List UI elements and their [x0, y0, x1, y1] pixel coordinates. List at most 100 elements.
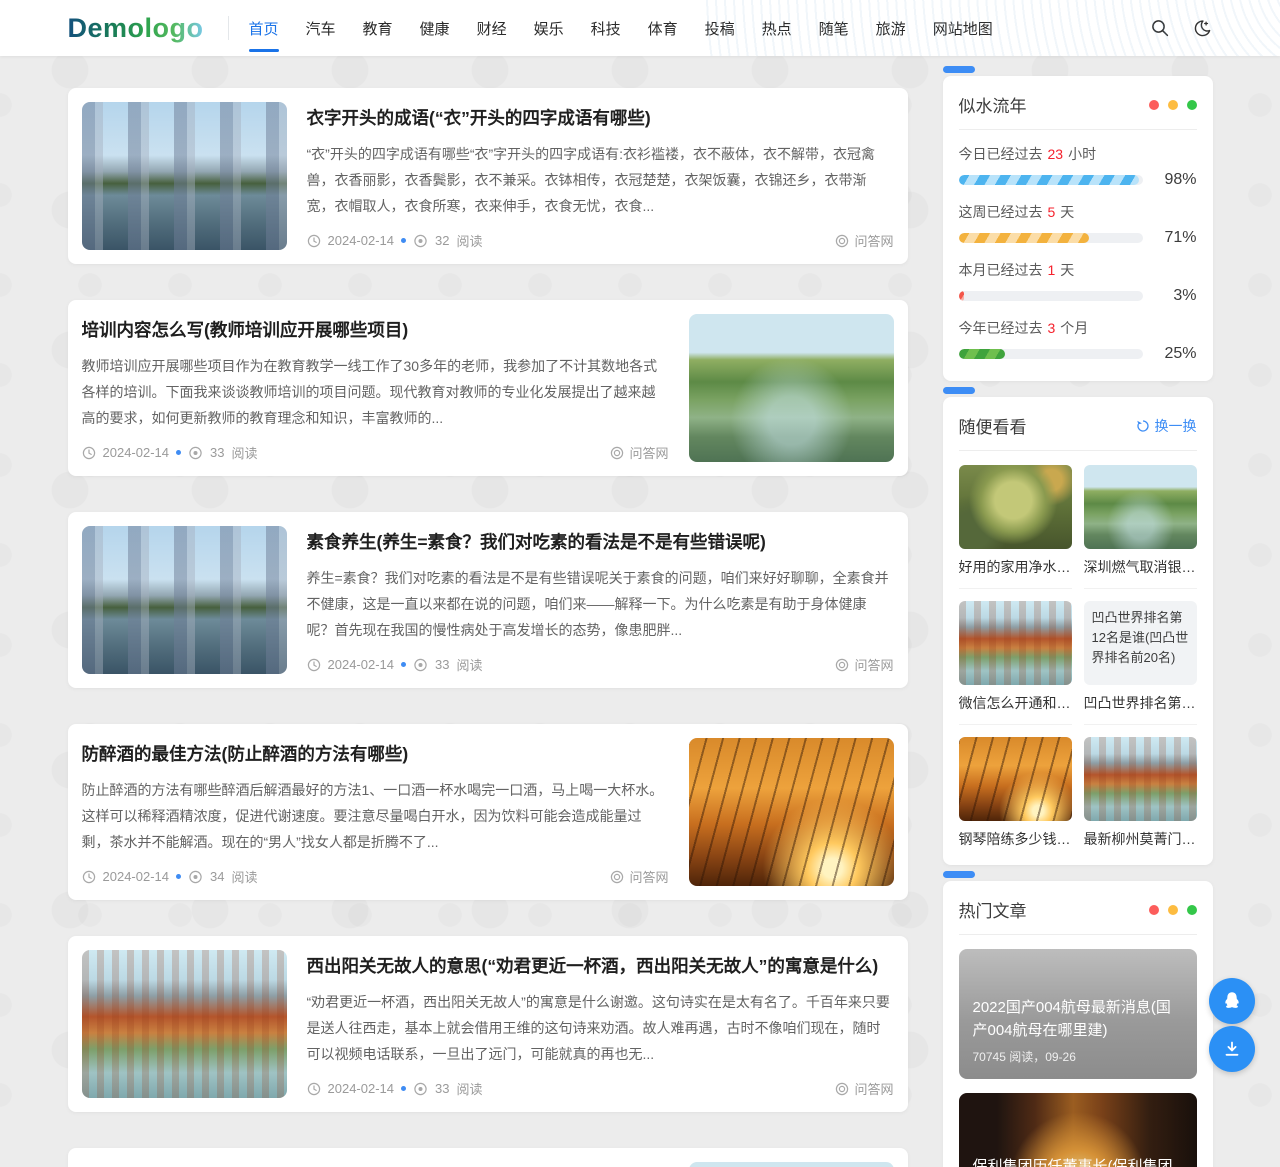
article-card: 衣字开头的成语(“衣”开头的四字成语有哪些) “衣”开头的四字成语有哪些“衣”字… — [67, 88, 908, 264]
progress-percent: 25% — [1164, 345, 1197, 362]
article-meta: 2024-02-14 33 阅读 问答网 — [82, 443, 669, 462]
qq-contact-button[interactable] — [1209, 978, 1255, 1024]
widget-title: 随便看看 — [958, 418, 1027, 437]
green-dot-icon — [1186, 99, 1197, 110]
nav-item-health[interactable]: 健康 — [420, 0, 450, 56]
article-thumbnail[interactable] — [81, 526, 287, 674]
browse-caption: 微信怎么开通和关... — [958, 695, 1072, 711]
article-thumbnail[interactable] — [81, 950, 287, 1098]
nav-item-home[interactable]: 首页 — [249, 0, 279, 56]
progress-fill-week — [958, 233, 1090, 243]
nav-item-finance[interactable]: 财经 — [477, 0, 507, 56]
article-source: 问答网 — [629, 446, 669, 461]
time-label: 今年已经过去 — [958, 320, 1043, 336]
source-badge-icon — [835, 658, 849, 672]
hot-article-item[interactable]: 保利集团历任董事长(保利集团是央企还是国企) — [959, 1093, 1197, 1167]
article-thumbnail[interactable] — [688, 314, 894, 462]
time-value: 3 — [1047, 320, 1056, 336]
source-badge-icon — [610, 446, 624, 460]
time-row-day: 今日已经过去 23 小时 98% — [958, 144, 1197, 189]
time-row-year: 今年已经过去 3 个月 25% — [958, 318, 1197, 363]
refresh-button[interactable]: 换一换 — [1136, 416, 1197, 436]
article-title[interactable]: 防醉酒的最佳方法(防止醉酒的方法有哪些) — [82, 742, 669, 767]
nav-item-entertainment[interactable]: 娱乐 — [534, 0, 564, 56]
browse-caption: 深圳燃气取消银行... — [1083, 559, 1197, 575]
browse-item[interactable]: 微信怎么开通和关... — [958, 601, 1072, 725]
time-value: 1 — [1047, 262, 1056, 278]
article-date: 2024-02-14 — [102, 869, 170, 884]
article-excerpt: 养生=素食？我们对吃素的看法是不是有些错误呢关于素食的问题，咱们来好好聊聊，全素… — [306, 570, 889, 639]
nav-item-sports[interactable]: 体育 — [648, 0, 678, 56]
browse-item[interactable]: 凹凸世界排名第12名是谁(凹凸世界排名前20名) 凹凸世界排名第12... — [1083, 601, 1197, 725]
nav-item-tech[interactable]: 科技 — [591, 0, 621, 56]
time-unit: 个月 — [1060, 320, 1089, 336]
article-views: 33 — [435, 657, 450, 672]
views-eye-icon — [413, 234, 428, 248]
article-views-label: 阅读 — [456, 1082, 483, 1097]
browse-thumbnail — [958, 601, 1072, 685]
article-views-label: 阅读 — [456, 234, 483, 249]
progress-track — [958, 349, 1143, 359]
progress-track — [958, 175, 1143, 185]
hot-article-item[interactable]: 2022国产004航母最新消息(国产004航母在哪里建) 70745 阅读，09… — [958, 949, 1197, 1079]
article-source: 问答网 — [854, 1082, 894, 1097]
browse-thumbnail — [958, 737, 1072, 821]
nav-item-essay[interactable]: 随笔 — [819, 0, 849, 56]
browse-thumbnail-text: 凹凸世界排名第12名是谁(凹凸世界排名前20名) — [1083, 601, 1197, 685]
search-icon[interactable] — [1149, 17, 1171, 39]
article-thumbnail[interactable] — [688, 1162, 894, 1167]
time-progress-widget: 似水流年 今日已经过去 23 小时 98% 这周已经过去 5 天 71% 本月已… — [942, 66, 1213, 381]
article-title[interactable]: 西出阳关无故人的意思(“劝君更近一杯酒，西出阳关无故人”的寓意是什么) — [307, 954, 894, 979]
random-browse-widget: 随便看看 换一换 好用的家用净水机... 深圳燃气取消银行... 微信怎么开通和… — [942, 387, 1213, 865]
nav-item-auto[interactable]: 汽车 — [306, 0, 336, 56]
time-value: 23 — [1047, 146, 1064, 162]
nav-item-hot[interactable]: 热点 — [762, 0, 792, 56]
nav-item-education[interactable]: 教育 — [363, 0, 393, 56]
site-logo[interactable]: Demologo — [68, 13, 204, 44]
qq-penguin-icon — [1220, 989, 1244, 1013]
article-source: 问答网 — [629, 870, 669, 885]
article-title[interactable]: 素食养生(养生=素食？我们对吃素的看法是不是有些错误呢) — [307, 530, 894, 555]
progress-percent: 3% — [1173, 287, 1197, 304]
hot-article-meta: 70745 阅读，09-26 — [972, 1050, 1076, 1064]
nav-item-sitemap[interactable]: 网站地图 — [933, 0, 993, 56]
article-title[interactable]: 培训内容怎么写(教师培训应开展哪些项目) — [82, 318, 669, 343]
widget-title: 热门文章 — [958, 902, 1027, 921]
article-card: 西出阳关无故人的意思(“劝君更近一杯酒，西出阳关无故人”的寓意是什么) “劝君更… — [67, 936, 908, 1112]
browse-item[interactable]: 深圳燃气取消银行... — [1083, 465, 1197, 589]
article-thumbnail[interactable] — [688, 738, 894, 886]
article-date: 2024-02-14 — [102, 445, 170, 460]
browse-item[interactable]: 最新柳州莫菁门事... — [1083, 737, 1197, 849]
source-badge-icon — [835, 1082, 849, 1096]
article-title[interactable]: 衣字开头的成语(“衣”开头的四字成语有哪些) — [307, 106, 894, 131]
browse-item[interactable]: 好用的家用净水机... — [958, 465, 1072, 589]
nav-item-travel[interactable]: 旅游 — [876, 0, 906, 56]
browse-caption: 好用的家用净水机... — [958, 559, 1072, 575]
download-button[interactable] — [1209, 1026, 1255, 1072]
progress-track — [958, 291, 1143, 301]
article-thumbnail[interactable] — [81, 102, 287, 250]
nav-item-submit[interactable]: 投稿 — [705, 0, 735, 56]
article-card: 培训内容怎么写(教师培训应开展哪些项目) 教师培训应开展哪些项目作为在教育教学一… — [67, 300, 908, 476]
sidebar: 似水流年 今日已经过去 23 小时 98% 这周已经过去 5 天 71% 本月已… — [942, 66, 1213, 1167]
article-date: 2024-02-14 — [327, 233, 395, 248]
article-card: 当兵政审需要哪些材料(当兵政审主要审查哪些内容) — [67, 1148, 908, 1167]
moon-dark-mode-icon[interactable] — [1191, 17, 1213, 39]
floating-buttons — [1209, 978, 1255, 1072]
dot-separator-icon — [401, 238, 406, 243]
clock-icon — [307, 234, 321, 248]
article-excerpt: 防止醉酒的方法有哪些醉酒后解酒最好的方法1、一口酒一杯水喝完一口酒，马上喝一大杯… — [81, 782, 664, 851]
browse-item[interactable]: 钢琴陪练多少钱一... — [958, 737, 1072, 849]
refresh-label: 换一换 — [1154, 417, 1197, 434]
article-source: 问答网 — [854, 234, 894, 249]
article-date: 2024-02-14 — [327, 1081, 395, 1096]
widget-title: 似水流年 — [958, 97, 1027, 116]
download-icon — [1221, 1038, 1243, 1060]
article-list: 衣字开头的成语(“衣”开头的四字成语有哪些) “衣”开头的四字成语有哪些“衣”字… — [67, 88, 908, 1167]
browse-thumbnail — [1083, 465, 1197, 549]
browse-caption: 凹凸世界排名第12... — [1083, 695, 1197, 711]
clock-icon — [82, 870, 96, 884]
hot-article-title: 保利集团历任董事长(保利集团是央企还是国企) — [972, 1157, 1173, 1167]
dot-separator-icon — [401, 1086, 406, 1091]
clock-icon — [307, 1082, 321, 1096]
